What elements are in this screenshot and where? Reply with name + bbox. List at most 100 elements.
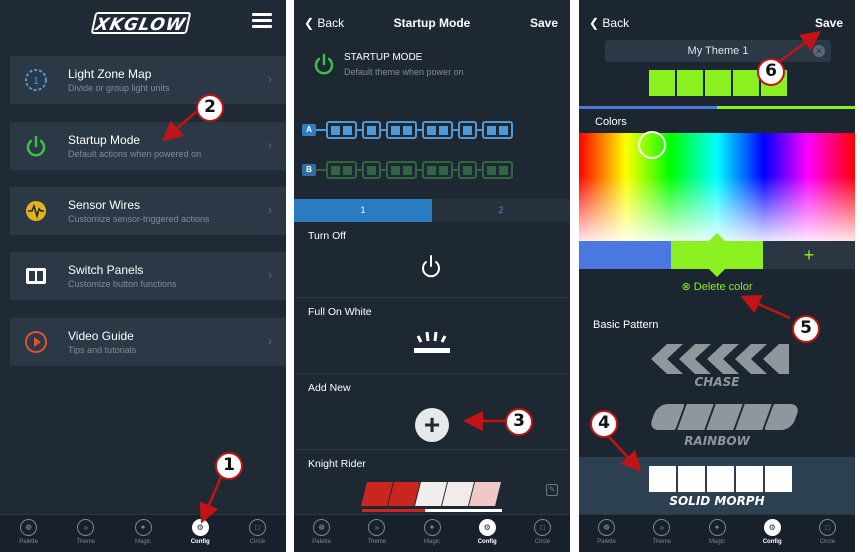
zone-a-tag: A	[302, 124, 316, 136]
tab-palette[interactable]: ❁ Palette	[579, 515, 634, 552]
light-unit[interactable]	[362, 121, 381, 139]
menu-item-title: Video Guide	[68, 329, 134, 343]
tab-label: Config	[762, 539, 782, 545]
theme-icon: »	[77, 519, 95, 536]
callout-badge-1: 1	[215, 452, 243, 480]
light-unit[interactable]	[422, 121, 453, 139]
menu-item-video-guide[interactable]: Video Guide Tips and tutorials ›	[10, 318, 286, 366]
light-unit[interactable]	[326, 121, 357, 139]
theme-name-input[interactable]: My Theme 1 ✕	[605, 40, 831, 62]
option-label: Full On White	[308, 306, 372, 318]
colors-label: Colors	[595, 116, 627, 128]
option-full-on-white[interactable]: Full On White	[294, 298, 570, 374]
zone-map-icon: 1	[24, 68, 48, 92]
selected-indicator	[709, 233, 725, 241]
back-label: Back	[602, 16, 630, 30]
menu-item-switch-panels[interactable]: Switch Panels Customize button functions…	[10, 252, 286, 300]
tab-magic[interactable]: ✦ Magic	[404, 515, 459, 552]
tab-circle[interactable]: □ Circle	[800, 515, 855, 552]
tab-circle[interactable]: □ Circle	[229, 515, 286, 552]
delete-circle-icon: ⊗	[681, 281, 694, 293]
color-swatch-blue[interactable]	[579, 241, 671, 269]
pattern-label: SOLID MORPH	[669, 494, 765, 508]
add-color-button[interactable]: +	[763, 241, 855, 269]
tab-label: Palette	[597, 539, 616, 545]
save-button[interactable]: Save	[530, 16, 558, 30]
chevron-right-icon: ›	[268, 138, 272, 152]
pattern-label: CHASE	[694, 375, 740, 389]
tab-config[interactable]: ⚙ Config	[172, 515, 229, 552]
callout-badge-2: 2	[196, 94, 224, 122]
hamburger-menu-icon[interactable]	[252, 13, 272, 29]
zone-b-tag: B	[302, 164, 316, 176]
light-unit[interactable]	[326, 161, 357, 179]
color-picker-handle[interactable]	[638, 131, 666, 159]
menu-item-light-zone-map[interactable]: 1 Light Zone Map Divide or group light u…	[10, 56, 286, 104]
svg-text:1: 1	[33, 76, 39, 87]
theme-name-value: My Theme 1	[687, 45, 749, 57]
tab-label: Config	[190, 539, 210, 545]
light-bar-icon	[412, 328, 452, 361]
light-unit[interactable]	[386, 121, 417, 139]
light-unit[interactable]	[458, 121, 477, 139]
theme-preview-block	[677, 70, 703, 96]
light-unit[interactable]	[458, 161, 477, 179]
segment-tab-2[interactable]: 2	[432, 199, 570, 222]
menu-item-title: Startup Mode	[68, 133, 141, 147]
light-unit[interactable]	[362, 161, 381, 179]
back-button[interactable]: ❮ Back	[589, 16, 629, 30]
tab-palette[interactable]: ❁ Palette	[294, 515, 349, 552]
light-unit[interactable]	[422, 161, 453, 179]
light-unit[interactable]	[482, 161, 513, 179]
callout-badge-3: 3	[505, 408, 533, 436]
delete-color-label: Delete color	[693, 281, 753, 293]
play-icon	[24, 330, 48, 354]
menu-item-sensor-wires[interactable]: Sensor Wires Customize sensor-triggered …	[10, 187, 286, 235]
startup-mode-screen: ❮ Back Startup Mode Save STARTUP MODE De…	[294, 0, 570, 552]
tab-magic[interactable]: ✦ Magic	[114, 515, 171, 552]
callout-badge-5: 5	[792, 315, 820, 343]
menu-item-startup-mode[interactable]: Startup Mode Default actions when powere…	[10, 122, 286, 170]
tab-config[interactable]: ⚙ Config	[460, 515, 515, 552]
zone-row-a[interactable]: A	[302, 121, 513, 139]
page-title: Startup Mode	[393, 16, 471, 30]
segment-tab-1[interactable]: 1	[294, 199, 432, 222]
clear-icon[interactable]: ✕	[813, 45, 825, 57]
circle-icon: □	[533, 519, 551, 536]
tab-circle[interactable]: □ Circle	[515, 515, 570, 552]
tab-theme[interactable]: » Theme	[57, 515, 114, 552]
color-swatch-green-selected[interactable]	[671, 241, 763, 269]
option-turn-off[interactable]: Turn Off	[294, 222, 570, 298]
tab-palette[interactable]: ❁ Palette	[0, 515, 57, 552]
tab-magic[interactable]: ✦ Magic	[689, 515, 744, 552]
tab-label: Config	[477, 539, 497, 545]
add-new-button[interactable]: +	[415, 408, 449, 442]
tab-theme[interactable]: » Theme	[349, 515, 404, 552]
callout-badge-6: 6	[757, 58, 785, 86]
save-button[interactable]: Save	[815, 16, 843, 30]
circle-icon: □	[818, 519, 836, 536]
bottom-tab-bar: ❁ Palette » Theme ✦ Magic ⚙ Config □ Circle	[294, 514, 570, 552]
callout-badge-4: 4	[590, 410, 618, 438]
menu-item-subtitle: Customize sensor-triggered actions	[68, 214, 210, 224]
tab-label: Magic	[135, 539, 152, 545]
color-spectrum-picker[interactable]	[579, 133, 855, 241]
tab-theme[interactable]: » Theme	[634, 515, 689, 552]
edit-icon[interactable]: ✎	[546, 484, 558, 496]
delete-color-button[interactable]: ⊗ Delete color	[579, 280, 855, 293]
tab-label: Palette	[19, 539, 38, 545]
option-label: Add New	[308, 382, 351, 394]
theme-editor-screen: ❮ Back Save My Theme 1 ✕ Colors + ⊗ Dele…	[579, 0, 855, 552]
theme-preview-block	[733, 70, 759, 96]
tab-config[interactable]: ⚙ Config	[745, 515, 800, 552]
zone-row-b[interactable]: B	[302, 161, 513, 179]
magic-wand-icon: ✦	[134, 519, 152, 536]
switch-panel-icon	[24, 264, 48, 288]
light-unit[interactable]	[386, 161, 417, 179]
startup-mode-heading: STARTUP MODE	[344, 52, 423, 63]
selected-indicator	[709, 269, 725, 277]
pattern-block	[678, 466, 705, 492]
light-unit[interactable]	[482, 121, 513, 139]
chase-arrows-icon	[651, 344, 789, 374]
menu-item-title: Switch Panels	[68, 263, 144, 277]
